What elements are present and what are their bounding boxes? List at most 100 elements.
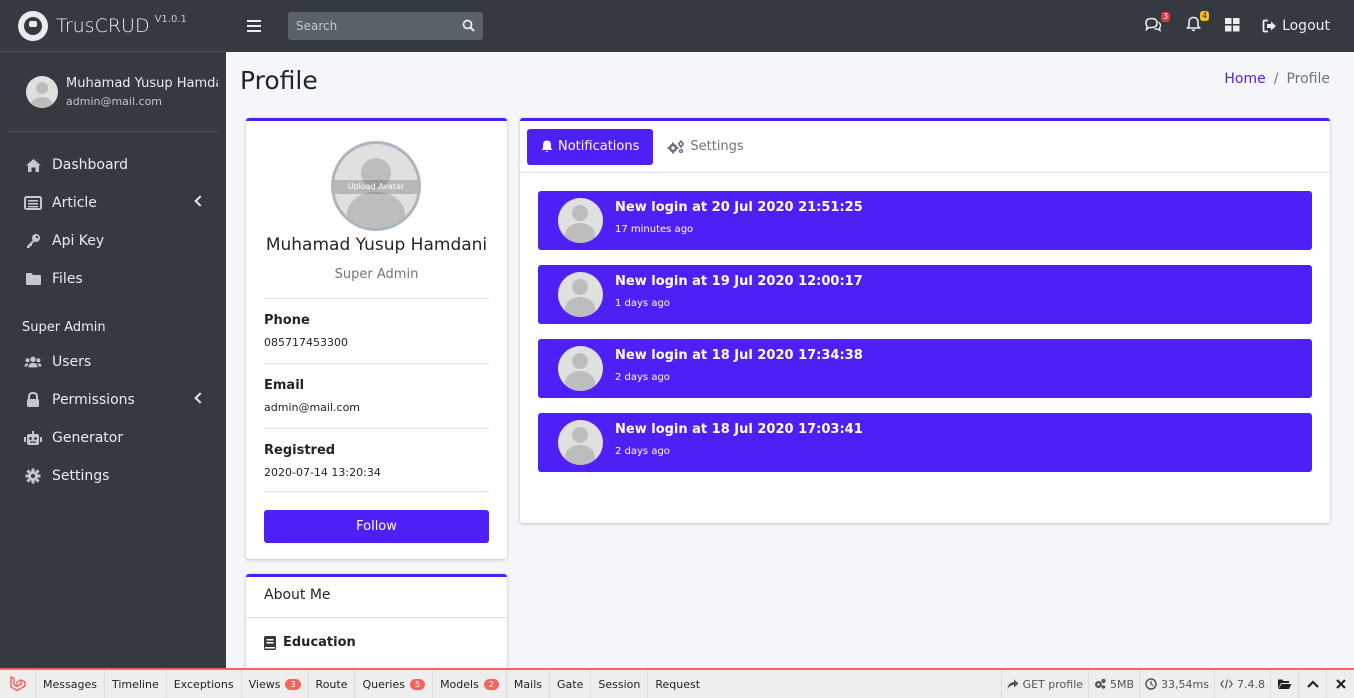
comments-icon	[1144, 17, 1162, 36]
chevron-left-icon	[194, 195, 206, 207]
breadcrumb-current: Profile	[1286, 71, 1330, 87]
views-count-badge: 3	[285, 678, 301, 690]
models-count-badge: 2	[483, 678, 499, 690]
sidebar-nav: Dashboard Article Api Key Files Super Ad…	[0, 132, 226, 495]
open-folder-button[interactable]	[1270, 670, 1298, 698]
php-version-value: 7.4.8	[1237, 677, 1265, 691]
gear-icon	[24, 468, 42, 484]
notification-item[interactable]: New login at 20 Jul 2020 21:51:25 17 min…	[538, 191, 1312, 250]
brand[interactable]: TrusCRUD V1.0.1	[0, 0, 226, 52]
brand-logo-icon	[18, 10, 48, 41]
users-icon	[24, 354, 42, 370]
debug-tab-session[interactable]: Session	[591, 670, 649, 698]
debug-php-version: 7.4.8	[1214, 670, 1270, 698]
close-icon	[1335, 679, 1346, 689]
sidebar-item-permissions[interactable]: Permissions	[0, 381, 226, 419]
tab-label: Settings	[690, 139, 744, 154]
sidebar-item-label: Settings	[52, 468, 110, 484]
debugbar: Messages Timeline Exceptions Views 3 Rou…	[0, 668, 1354, 698]
laravel-logo-icon[interactable]	[0, 670, 36, 698]
apps-button[interactable]	[1225, 17, 1240, 36]
debug-tab-messages[interactable]: Messages	[36, 670, 105, 698]
sidebar-item-files[interactable]: Files	[0, 260, 226, 298]
upload-avatar-label[interactable]: Upload Avatar	[334, 180, 418, 194]
brand-version: V1.0.1	[154, 14, 187, 25]
queries-count-badge: 5	[409, 678, 426, 690]
avatar	[558, 198, 603, 243]
key-icon	[24, 233, 42, 249]
chevron-up-icon	[1306, 680, 1319, 688]
profile-avatar[interactable]: Upload Avatar	[331, 141, 421, 231]
profile-name: Muhamad Yusup Hamdani	[265, 235, 488, 255]
debug-tab-models[interactable]: Models 2	[433, 670, 507, 698]
time-value: 33,54ms	[1161, 677, 1209, 691]
sidebar-item-article[interactable]: Article	[0, 184, 226, 222]
sidebar-item-label: Permissions	[52, 392, 135, 408]
user-name: Muhamad Yusup Hamda	[66, 75, 218, 91]
sidebar-item-label: Dashboard	[52, 157, 128, 173]
sidebar-section-header: Super Admin	[22, 320, 106, 335]
notification-title: New login at 18 Jul 2020 17:03:41	[615, 422, 863, 437]
notification-item[interactable]: New login at 18 Jul 2020 17:34:38 2 days…	[538, 339, 1312, 398]
debug-tab-queries[interactable]: Queries 5	[355, 670, 434, 698]
debug-route-info[interactable]: GET profile	[1000, 670, 1088, 698]
gears-icon	[667, 139, 685, 154]
sidebar-item-settings[interactable]: Settings	[0, 457, 226, 495]
profile-detail-label: Registred	[264, 443, 336, 458]
notification-time: 1 days ago	[615, 298, 670, 309]
debug-tab-exceptions[interactable]: Exceptions	[167, 670, 242, 698]
breadcrumb: Home / Profile	[1224, 71, 1330, 87]
clock-icon	[1145, 678, 1157, 690]
debug-tab-timeline[interactable]: Timeline	[105, 670, 167, 698]
avatar	[558, 420, 603, 465]
tab-label: Notifications	[558, 139, 640, 154]
search-input[interactable]	[296, 19, 446, 33]
debug-tab-gate[interactable]: Gate	[550, 670, 592, 698]
notifications-button[interactable]: 4	[1185, 11, 1210, 36]
close-debugbar-button[interactable]	[1326, 670, 1354, 698]
code-icon	[1220, 679, 1233, 689]
robot-icon	[24, 430, 42, 446]
profile-detail-registered: Registred 2020-07-14 13:20:34	[264, 428, 489, 492]
debug-tab-label: Views	[248, 677, 281, 691]
maximize-debugbar-button[interactable]	[1298, 670, 1326, 698]
sidebar: TrusCRUD V1.0.1 Muhamad Yusup Hamda admi…	[0, 0, 226, 668]
sidebar-item-api-key[interactable]: Api Key	[0, 222, 226, 260]
sidebar-item-generator[interactable]: Generator	[0, 419, 226, 457]
notification-item[interactable]: New login at 18 Jul 2020 17:03:41 2 days…	[538, 413, 1312, 472]
debug-memory-info: 5MB	[1088, 670, 1139, 698]
bell-icon	[541, 140, 553, 153]
topbar: 3 4 Logout	[226, 0, 1354, 52]
hamburger-menu-icon[interactable]	[247, 17, 261, 35]
notification-item[interactable]: New login at 19 Jul 2020 12:00:17 1 days…	[538, 265, 1312, 324]
newspaper-icon	[24, 195, 42, 211]
home-icon	[24, 157, 42, 173]
messages-count-badge: 3	[1160, 11, 1171, 22]
search-icon[interactable]	[462, 17, 475, 36]
follow-button[interactable]: Follow	[264, 510, 489, 543]
debug-tab-mails[interactable]: Mails	[507, 670, 550, 698]
debug-tab-route[interactable]: Route	[309, 670, 356, 698]
grid-icon	[1225, 17, 1240, 36]
notification-title: New login at 20 Jul 2020 21:51:25	[615, 200, 863, 215]
user-panel[interactable]: Muhamad Yusup Hamda admin@mail.com	[8, 52, 218, 132]
cogs-icon	[1095, 678, 1106, 689]
profile-detail-email: Email admin@mail.com	[264, 363, 489, 428]
messages-button[interactable]: 3	[1144, 11, 1171, 36]
breadcrumb-home-link[interactable]: Home	[1224, 71, 1265, 87]
sidebar-item-dashboard[interactable]: Dashboard	[0, 146, 226, 184]
sidebar-item-users[interactable]: Users	[0, 343, 226, 381]
profile-detail-value: 085717453300	[264, 336, 348, 349]
avatar	[558, 272, 603, 317]
tab-notifications[interactable]: Notifications	[527, 128, 654, 165]
user-email: admin@mail.com	[66, 94, 163, 108]
debug-tab-views[interactable]: Views 3	[242, 670, 309, 698]
debug-tab-request[interactable]: Request	[648, 670, 707, 698]
profile-detail-label: Email	[264, 378, 305, 393]
tab-settings[interactable]: Settings	[653, 129, 757, 165]
profile-card: Upload Avatar Muhamad Yusup Hamdani Supe…	[246, 118, 507, 559]
profile-detail-label: Phone	[264, 313, 310, 328]
logout-button[interactable]: Logout	[1262, 18, 1330, 34]
sidebar-item-label: Generator	[52, 430, 124, 446]
debug-time-info: 33,54ms	[1139, 670, 1214, 698]
